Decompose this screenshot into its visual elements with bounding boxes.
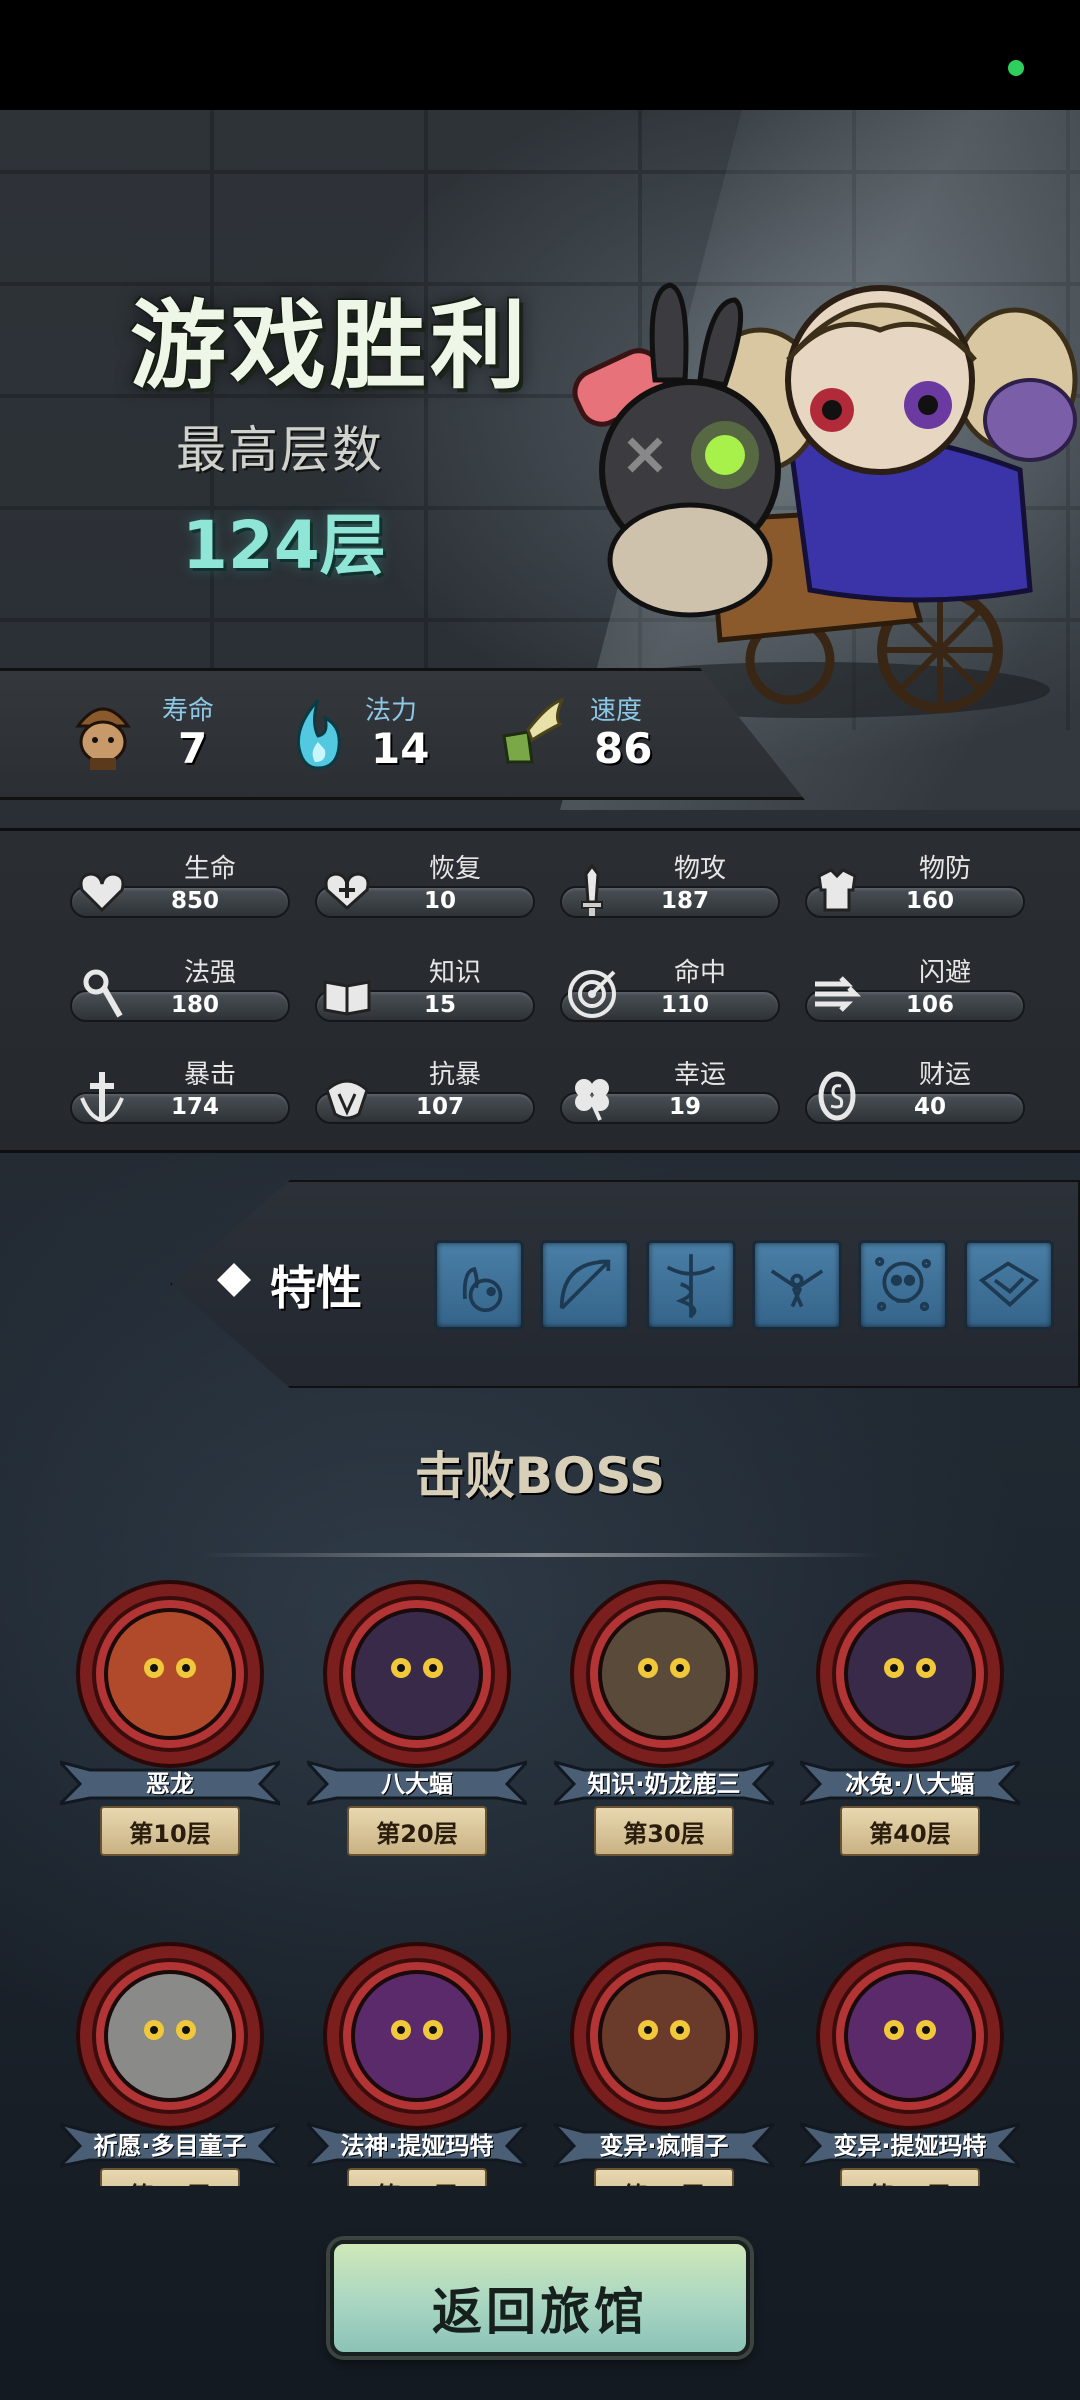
boss-floor: 第20层 <box>376 1820 458 1848</box>
sword-icon <box>581 863 603 916</box>
coin-icon <box>818 1071 856 1121</box>
skull-trait-icon[interactable] <box>858 1240 948 1330</box>
boss-card[interactable]: 恶龙第10层 <box>60 1578 280 1898</box>
stat-lifespan-label: 寿命 <box>162 696 215 726</box>
status-indicator-dot <box>1008 60 1024 76</box>
boss-floor: 第80层 <box>840 2176 980 2186</box>
boss-floor: 第50层 <box>100 2176 240 2186</box>
boss-name: 变异·疯帽子 <box>599 2132 729 2160</box>
boss-floor: 第30层 <box>623 1820 705 1848</box>
boss-portrait <box>816 1580 1004 1768</box>
caduceus-trait-icon[interactable] <box>646 1240 736 1330</box>
attribute-dodge: 闪避 106 <box>805 952 1025 1032</box>
boss-portrait <box>323 1580 511 1768</box>
armor-icon <box>817 868 857 912</box>
boss-row-clipped: 祈愿·多目童子第50层法神·提娅玛特第60层变异·疯帽子第70层变异·提娅玛特第… <box>0 1940 1080 2186</box>
dodge-icon <box>815 976 862 1012</box>
book-icon <box>323 980 371 1016</box>
return-to-inn-label: 返回旅馆 <box>432 2283 648 2341</box>
blue-flame-icon <box>296 699 341 770</box>
attribute-clover: 幸运 19 <box>560 1054 780 1134</box>
staff-icon <box>83 969 123 1018</box>
victory-title: 游戏胜利 <box>130 290 530 402</box>
boss-name: 冰兔·八大蝠 <box>845 1770 975 1798</box>
attribute-shield: 抗暴 107 <box>315 1054 535 1134</box>
return-to-inn-button[interactable]: 返回旅馆 <box>330 2240 750 2356</box>
max-floor-value: 124层 <box>182 507 386 584</box>
boss-floor: 第10层 <box>129 1820 211 1848</box>
boss-card[interactable]: 变异·提娅玛特第80层 <box>800 1940 1020 2186</box>
bow-trait-icon[interactable] <box>540 1240 630 1330</box>
boss-portrait <box>323 1942 511 2130</box>
boss-card[interactable]: 法神·提娅玛特第60层 <box>307 1940 527 2186</box>
clover-icon <box>575 1079 609 1121</box>
boss-card[interactable]: 祈愿·多目童子第50层 <box>60 1940 280 2186</box>
boss-name: 恶龙 <box>146 1770 194 1798</box>
status-bar <box>0 0 1080 110</box>
rune-trait-icon[interactable] <box>964 1240 1054 1330</box>
attribute-critical: 暴击 174 <box>70 1054 290 1134</box>
boss-name: 法神·提娅玛特 <box>340 2132 494 2160</box>
attribute-armor: 物防 160 <box>805 848 1025 928</box>
traits-label: 特性 <box>270 1261 362 1315</box>
stat-mana-value: 14 <box>371 724 430 773</box>
boss-card[interactable]: 知识·奶龙鹿三 第30层 <box>554 1578 774 1898</box>
boss-portrait <box>76 1942 264 2130</box>
boss-portrait <box>570 1580 758 1768</box>
stat-lifespan-value: 7 <box>178 724 208 773</box>
boss-card[interactable]: 八大蝠第20层 <box>307 1578 527 1898</box>
target-icon <box>568 970 616 1018</box>
boss-portrait <box>570 1942 758 2130</box>
boss-card[interactable]: 冰兔·八大蝠 第40层 <box>800 1578 1020 1898</box>
stat-mana-label: 法力 <box>365 696 418 726</box>
shield-icon <box>325 1079 369 1120</box>
attribute-heart: 生命 850 <box>70 848 290 928</box>
stat-speed-value: 86 <box>594 724 653 773</box>
heart-icon <box>79 872 125 913</box>
rabbit-trait-icon[interactable] <box>434 1240 524 1330</box>
boss-name: 祈愿·多目童子 <box>93 2132 247 2160</box>
attribute-coin: 财运 40 <box>805 1054 1025 1134</box>
attribute-sword: 物攻 187 <box>560 848 780 928</box>
max-floor-label: 最高层数 <box>176 421 384 479</box>
boss-portrait <box>76 1580 264 1768</box>
hero-character-illustration <box>570 282 1078 718</box>
winged-boot-icon <box>502 697 564 764</box>
boss-name: 八大蝠 <box>381 1770 453 1798</box>
boss-card[interactable]: 变异·疯帽子第70层 <box>554 1940 774 2186</box>
critical-icon <box>80 1072 124 1123</box>
mushroom-head-icon <box>75 707 131 770</box>
attribute-target: 命中 110 <box>560 952 780 1032</box>
boss-floor: 第70层 <box>594 2176 734 2186</box>
attribute-book: 知识 15 <box>315 952 535 1032</box>
boss-name: 知识·奶龙鹿三 <box>587 1770 741 1798</box>
pistols-trait-icon[interactable] <box>752 1240 842 1330</box>
boss-floor: 第60层 <box>347 2176 487 2186</box>
section-divider <box>200 1553 880 1557</box>
boss-portrait <box>816 1942 1004 2130</box>
defeated-bosses-title: 击败BOSS <box>414 1447 666 1505</box>
boss-floor: 第40层 <box>869 1820 951 1848</box>
attribute-heal-heart: 恢复 10 <box>315 848 535 928</box>
attribute-staff: 法强 180 <box>70 952 290 1032</box>
stat-speed-label: 速度 <box>590 696 643 726</box>
heal-heart-icon <box>324 872 370 911</box>
boss-name: 变异·提娅玛特 <box>833 2132 987 2160</box>
